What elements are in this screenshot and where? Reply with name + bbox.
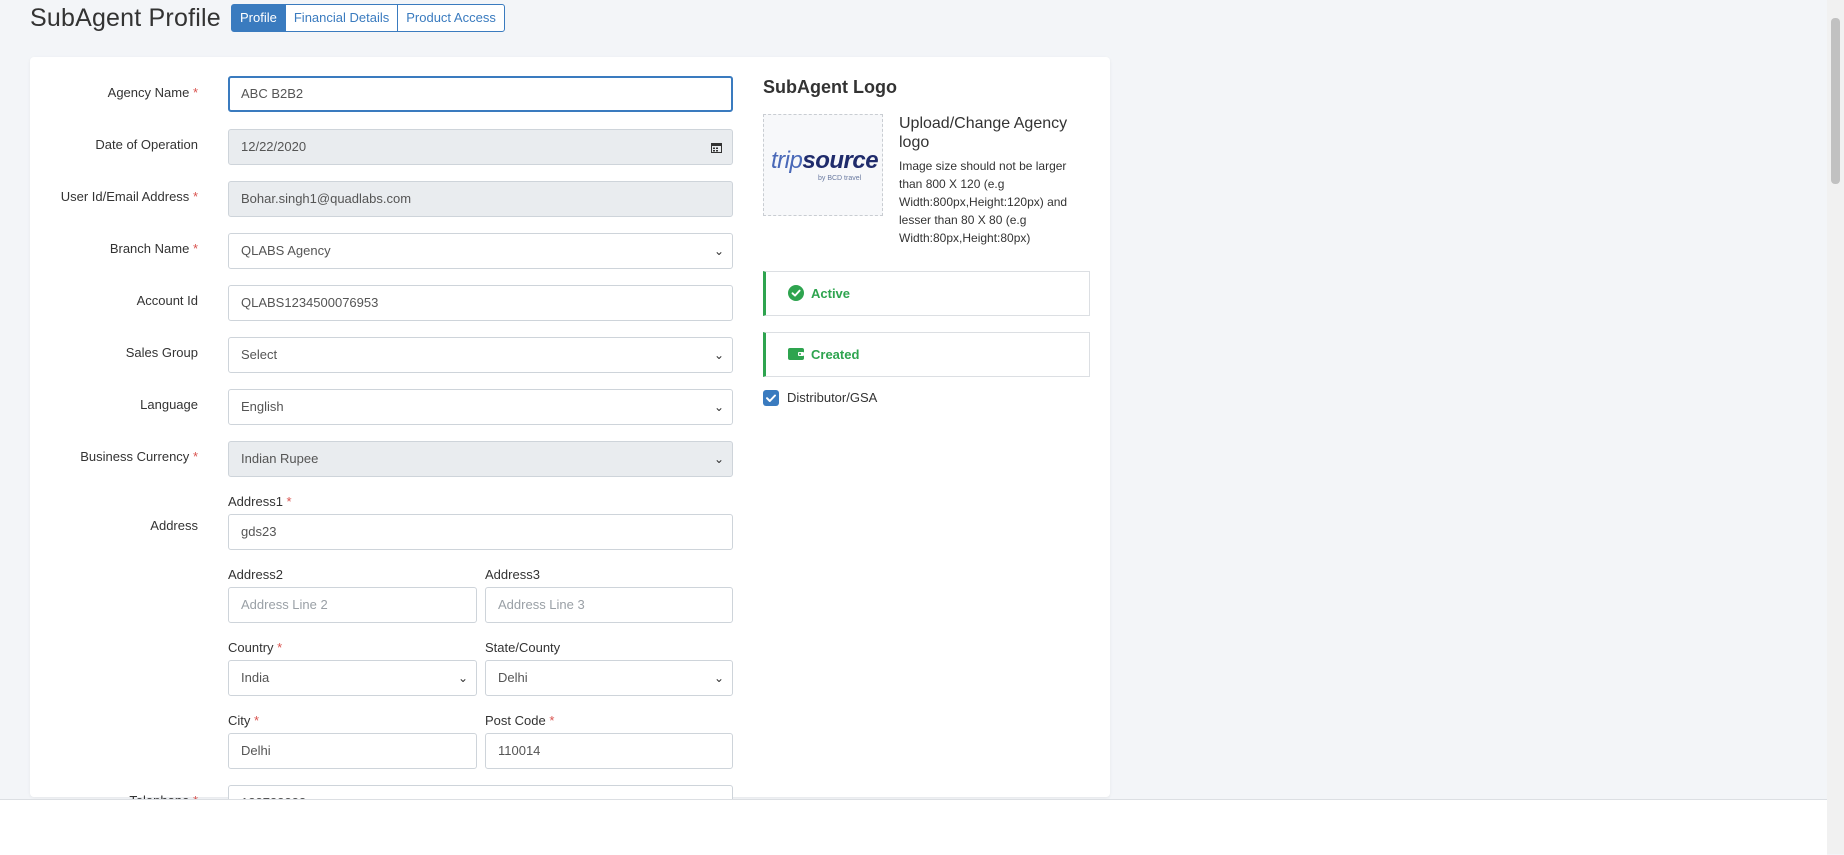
status-active-box: Active	[763, 271, 1090, 316]
chevron-down-icon: ⌄	[713, 671, 724, 685]
check-icon	[766, 394, 776, 402]
language-select[interactable]: English ⌄	[228, 389, 733, 425]
country-value: India	[241, 670, 270, 685]
upload-logo-link[interactable]: Upload/Change Agency logo	[899, 114, 1079, 152]
agency-logo-image[interactable]: tripsource by BCD travel	[763, 114, 883, 216]
address1-label: Address1 *	[228, 494, 292, 509]
account-id-input[interactable]: QLABS1234500076953	[228, 285, 733, 321]
check-circle-icon	[788, 285, 804, 301]
state-label: State/County	[485, 640, 561, 655]
subagent-logo-title: SubAgent Logo	[763, 77, 897, 97]
branch-name-select[interactable]: QLABS Agency ⌄	[228, 233, 733, 269]
sales-group-select[interactable]: Select ⌄	[228, 337, 733, 373]
business-currency-select[interactable]: Indian Rupee ⌄	[228, 441, 733, 477]
sales-group-value: Select	[241, 347, 278, 362]
distributor-checkbox[interactable]	[763, 390, 779, 406]
branch-name-value: QLABS Agency	[241, 243, 331, 258]
city-input[interactable]: Delhi	[228, 733, 477, 769]
tab-financial-details[interactable]: Financial Details	[284, 4, 399, 32]
business-currency-value: Indian Rupee	[241, 451, 319, 466]
scrollbar-thumb[interactable]	[1831, 18, 1840, 184]
logo-subtitle: by BCD travel	[818, 175, 862, 182]
chevron-down-icon: ⌄	[713, 348, 724, 362]
tab-product-access[interactable]: Product Access	[397, 4, 505, 32]
city-label: City *	[228, 713, 260, 728]
wallet-icon	[788, 348, 804, 360]
address3-label: Address3	[485, 567, 540, 582]
distributor-label: Distributor/GSA	[787, 390, 878, 405]
chevron-down-icon: ⌄	[457, 671, 468, 685]
language-value: English	[241, 399, 284, 414]
agency-name-input[interactable]: ABC B2B2	[228, 76, 733, 112]
address1-input[interactable]: gds23	[228, 514, 733, 550]
address3-input[interactable]: Address Line 3	[485, 587, 733, 623]
tripsource-logo: tripsource	[771, 147, 879, 174]
post-code-label: Post Code *	[485, 713, 555, 728]
date-of-operation-field[interactable]: 12/22/2020	[228, 129, 733, 165]
chevron-down-icon: ⌄	[713, 244, 724, 258]
tab-profile[interactable]: Profile	[231, 4, 286, 32]
country-select[interactable]: India ⌄	[228, 660, 477, 696]
bottom-bar	[0, 799, 1827, 855]
status-created-box: Created	[763, 332, 1090, 377]
chevron-down-icon: ⌄	[713, 400, 724, 414]
post-code-input[interactable]: 110014	[485, 733, 733, 769]
calendar-icon[interactable]	[711, 142, 722, 153]
page-title: SubAgent Profile	[30, 4, 221, 32]
status-active-label: Active	[811, 286, 851, 301]
country-label: Country *	[228, 640, 283, 655]
vertical-scrollbar[interactable]	[1827, 0, 1844, 854]
address2-label: Address2	[228, 567, 283, 582]
upload-logo-note: Image size should not be larger than 800…	[899, 159, 1068, 245]
profile-tabs: Profile Financial Details Product Access	[231, 4, 505, 32]
chevron-down-icon: ⌄	[713, 452, 724, 466]
state-value: Delhi	[498, 670, 528, 685]
address2-input[interactable]: Address Line 2	[228, 587, 477, 623]
user-id-field[interactable]: Bohar.singh1@quadlabs.com	[228, 181, 733, 217]
state-select[interactable]: Delhi ⌄	[485, 660, 733, 696]
date-of-operation-value: 12/22/2020	[241, 139, 307, 154]
status-created-label: Created	[811, 347, 860, 362]
